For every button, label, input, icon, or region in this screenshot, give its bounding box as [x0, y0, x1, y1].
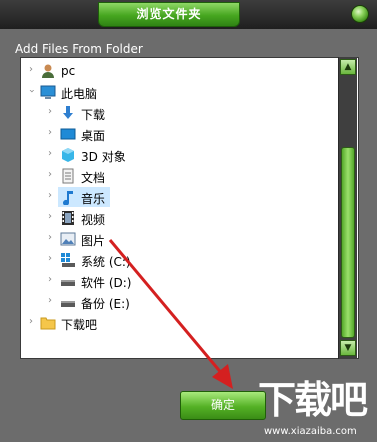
- watermark-logo: 下载吧: [258, 378, 368, 422]
- watermark-url: www.xiazaiba.com: [264, 426, 357, 437]
- watermark: 下载吧 www.xiazaiba.com: [258, 376, 377, 442]
